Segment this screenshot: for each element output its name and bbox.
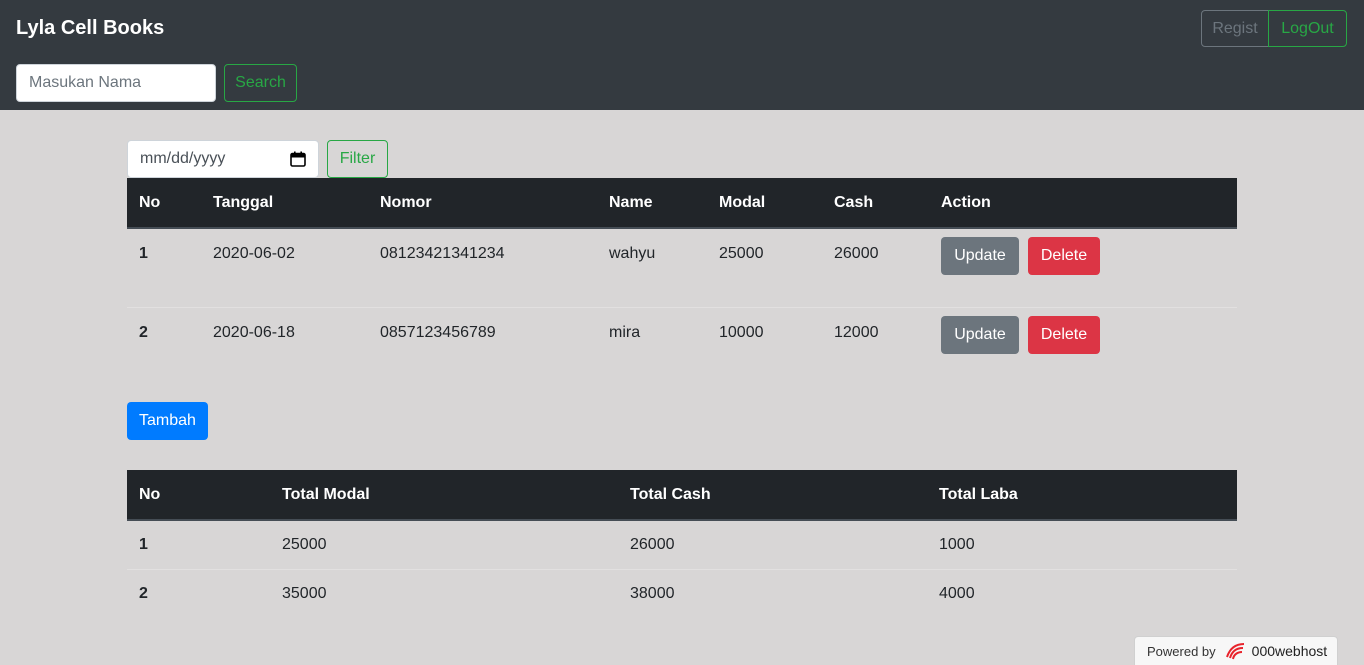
filter-button[interactable]: Filter [327,140,388,178]
row-total-cash: 38000 [618,568,927,618]
table-row: 2 2020-06-18 0857123456789 mira 10000 12… [127,306,1237,386]
row-cash: 26000 [834,245,879,262]
powered-by-label: Powered by [1147,643,1216,659]
transactions-table: No Tanggal Nomor Name Modal Cash Action … [127,178,1237,386]
search-input[interactable] [16,64,216,102]
row-modal: 25000 [719,245,764,262]
table-row: 1 25000 26000 1000 [127,520,1237,569]
date-filter-input[interactable]: mm/dd/yyyy [127,140,319,178]
row-no: 2 [127,306,201,386]
table-header-row: No Total Modal Total Cash Total Laba [127,470,1237,521]
row-name: wahyu [609,245,656,262]
auth-button-group: Regist LogOut [1201,10,1348,47]
calendar-icon[interactable] [290,151,306,167]
row-no: 1 [139,535,148,553]
col-header-cash: Cash [822,178,929,229]
row-name: mira [597,306,707,386]
row-actions: Update Delete [929,306,1237,386]
row-total-cash: 26000 [630,535,675,553]
row-actions: Update Delete [929,228,1237,307]
delete-button[interactable]: Delete [1028,237,1100,275]
col-header-no: No [127,470,270,521]
date-placeholder: mm/dd/yyyy [140,150,226,167]
col-header-nomor: Nomor [368,178,597,229]
row-nomor: 0857123456789 [368,306,597,386]
update-button[interactable]: Update [941,237,1019,275]
col-header-action: Action [929,178,1237,229]
row-no: 1 [139,245,148,262]
tambah-button[interactable]: Tambah [127,402,208,440]
row-total-modal: 25000 [282,535,327,553]
row-no: 2 [127,568,270,618]
col-header-tanggal: Tanggal [201,178,368,229]
host-name: 000webhost [1251,643,1328,659]
table-header-row: No Tanggal Nomor Name Modal Cash Action [127,178,1237,229]
row-modal: 10000 [707,306,822,386]
brand-title[interactable]: Lyla Cell Books [16,17,164,40]
row-total-laba: 1000 [939,535,975,553]
update-button[interactable]: Update [941,315,1019,354]
search-button[interactable]: Search [224,64,297,102]
row-nomor: 08123421341234 [380,245,505,262]
col-header-modal: Modal [707,178,822,229]
table-row: 2 35000 38000 4000 [127,568,1237,618]
summary-table: No Total Modal Total Cash Total Laba 1 2… [127,470,1237,618]
col-header-total-cash: Total Cash [618,470,927,521]
row-tanggal: 2020-06-18 [201,306,368,386]
col-header-name: Name [597,178,707,229]
col-header-no: No [127,178,201,229]
000webhost-logo-icon [1224,642,1246,660]
powered-by-badge[interactable]: Powered by 000webhost [1134,636,1338,665]
row-cash: 12000 [822,306,929,386]
row-tanggal: 2020-06-02 [213,245,295,262]
row-total-laba: 4000 [927,568,1237,618]
logout-button[interactable]: LogOut [1268,10,1347,47]
delete-button[interactable]: Delete [1028,315,1100,354]
col-header-total-modal: Total Modal [270,470,618,521]
regist-button[interactable]: Regist [1201,10,1269,47]
navbar: Lyla Cell Books Search Regist LogOut [0,0,1364,110]
col-header-total-laba: Total Laba [927,470,1237,521]
table-row: 1 2020-06-02 08123421341234 wahyu 25000 … [127,228,1237,307]
row-total-modal: 35000 [270,568,618,618]
